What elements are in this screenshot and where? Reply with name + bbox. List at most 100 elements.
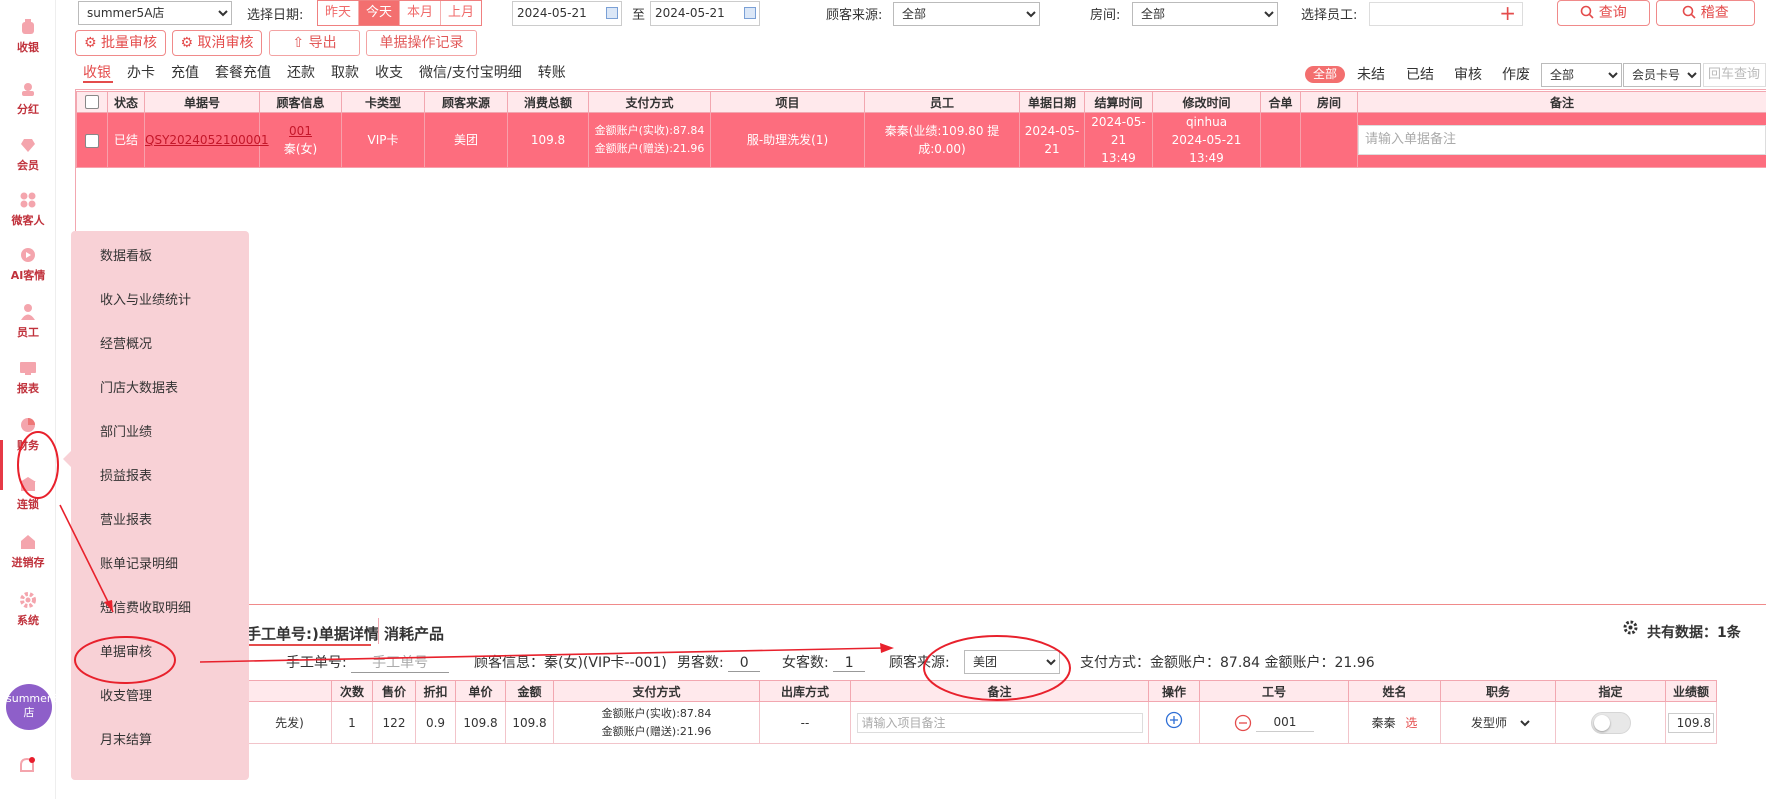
menu-item-month-end[interactable]: 月末结算 <box>100 729 152 748</box>
nav-label: 系统 <box>17 614 39 627</box>
menu-item-doc-audit[interactable]: 单据审核 <box>100 641 152 660</box>
tab-wechat-alipay[interactable]: 微信/支付宝明细 <box>419 62 522 82</box>
nav-ai[interactable]: AI客情 <box>0 238 56 296</box>
avatar[interactable]: summer5A店 <box>6 684 66 730</box>
customer-cell: 001 秦(女) <box>259 112 342 168</box>
employee-input[interactable]: + <box>1369 1 1523 26</box>
card-type-select[interactable]: 会员卡号 <box>1623 63 1701 87</box>
nav-staff[interactable]: 员工 <box>0 295 56 353</box>
menu-item-bigdata[interactable]: 门店大数据表 <box>100 377 178 396</box>
date-last-month[interactable]: 上月 <box>441 1 481 25</box>
status-filter-void[interactable]: 作废 <box>1502 64 1530 84</box>
nav-inventory[interactable]: 进销存 <box>0 525 56 583</box>
menu-item-income-stats[interactable]: 收入与业绩统计 <box>100 289 191 308</box>
settle-date: 2024-05-21 <box>1091 115 1146 147</box>
male-count-input[interactable]: 0 <box>728 655 761 672</box>
store-select[interactable]: summer5A店 <box>78 1 232 25</box>
tab-repay[interactable]: 还款 <box>287 62 315 82</box>
nav-label: 财务 <box>17 439 39 452</box>
calendar-icon[interactable] <box>744 7 756 19</box>
nav-chain[interactable]: 连锁 <box>0 467 56 525</box>
nav-member[interactable]: 会员 <box>0 128 56 186</box>
position-select[interactable]: 发型师 <box>1463 710 1533 735</box>
tab-package-recharge[interactable]: 套餐充值 <box>215 62 271 82</box>
menu-item-profit-loss[interactable]: 损益报表 <box>100 465 152 484</box>
doc-note-input[interactable]: 请输入单据备注 <box>1358 125 1766 155</box>
select-all-checkbox[interactable] <box>85 95 99 110</box>
source-select[interactable]: 全部 <box>893 2 1040 26</box>
date-from-input[interactable]: 2024-05-21 <box>512 1 622 26</box>
assign-toggle[interactable] <box>1590 711 1631 734</box>
member-search-input[interactable]: 回车查询 <box>1703 63 1766 87</box>
remove-circle-icon[interactable] <box>1234 714 1252 732</box>
item-note-input[interactable]: 请输入项目备注 <box>856 712 1143 733</box>
row-checkbox[interactable] <box>85 133 99 148</box>
menu-item-sms-fee[interactable]: 短信费收取明细 <box>100 597 191 616</box>
nav-finance[interactable]: 财务 <box>0 408 56 466</box>
col-header: 折扣 <box>415 680 456 702</box>
tab-transfer[interactable]: 转账 <box>538 62 566 82</box>
select-employee-link[interactable]: 选 <box>1405 716 1417 730</box>
date-yesterday[interactable]: 昨天 <box>318 1 360 25</box>
tab-recharge[interactable]: 充值 <box>171 62 199 82</box>
emp-no-input[interactable]: 001 <box>1255 713 1314 732</box>
bell-icon[interactable] <box>18 756 36 776</box>
nav-micro-guest[interactable]: 微客人 <box>0 183 56 241</box>
date-to-input[interactable]: 2024-05-21 <box>650 1 760 26</box>
query-button[interactable]: 查询 <box>1557 0 1650 26</box>
status-filter-audited[interactable]: 审核 <box>1454 64 1482 84</box>
batch-audit-button[interactable]: ⚙ 批量审核 <box>75 30 166 56</box>
add-employee-icon[interactable]: + <box>1499 1 1516 25</box>
menu-item-business[interactable]: 营业报表 <box>100 509 152 528</box>
tab-card[interactable]: 办卡 <box>127 62 155 82</box>
menu-item-department[interactable]: 部门业绩 <box>100 421 152 440</box>
customer-no-link[interactable]: 001 <box>289 124 312 138</box>
menu-item-income-expense[interactable]: 收支管理 <box>100 685 152 704</box>
calendar-icon[interactable] <box>606 7 618 19</box>
note-cell: 请输入项目备注 <box>850 701 1149 744</box>
detail-source-select[interactable]: 美团 <box>964 650 1060 674</box>
tab-withdraw[interactable]: 取款 <box>331 62 359 82</box>
col-header: 工号 <box>1199 680 1349 702</box>
gear-icon[interactable] <box>1622 619 1639 636</box>
nav-cashier[interactable]: 收银 <box>0 10 56 68</box>
manual-no-input[interactable]: 手工单号 <box>351 652 450 673</box>
menu-item-overview[interactable]: 经营概况 <box>100 333 152 352</box>
tab-income-expense[interactable]: 收支 <box>375 62 403 82</box>
status-filter-unsettled[interactable]: 未结 <box>1357 64 1385 84</box>
table-row[interactable]: 已结 QSY2024052100001 001 秦(女) VIP卡 美团 109… <box>76 112 1766 168</box>
status-select[interactable]: 全部 <box>1541 63 1622 87</box>
add-circle-icon[interactable] <box>1165 711 1183 729</box>
tab-consumed-products[interactable]: 消耗产品 <box>384 623 444 644</box>
detail-table: 次数 售价 折扣 单价 金额 支付方式 出库方式 备注 操作 工号 姓名 职务 … <box>247 680 1717 744</box>
perf-input[interactable]: 109.8 <box>1668 712 1714 733</box>
nav-system[interactable]: 系统 <box>0 583 56 641</box>
select-all-cell[interactable] <box>76 91 108 113</box>
audit-check-button[interactable]: 稽查 <box>1656 0 1755 26</box>
nav-report[interactable]: 报表 <box>0 351 56 409</box>
payment-cell: 金额账户(实收):87.84 金额账户(赠送):21.96 <box>553 701 760 744</box>
nav-dividend[interactable]: 分红 <box>0 72 56 130</box>
nav-label: 收银 <box>17 41 39 54</box>
row-select-cell[interactable] <box>76 112 108 168</box>
tab-cashier[interactable]: 收银 <box>83 62 111 82</box>
tab-underline <box>83 81 113 83</box>
female-count-input[interactable]: 1 <box>833 655 866 672</box>
female-label: 女客数: <box>782 655 829 671</box>
menu-item-bill-detail[interactable]: 账单记录明细 <box>100 553 178 572</box>
status-filter-settled[interactable]: 已结 <box>1406 64 1434 84</box>
room-select[interactable]: 全部 <box>1132 2 1278 26</box>
date-today[interactable]: 今天 <box>359 1 401 25</box>
tab-doc-detail[interactable]: 手工单号:)单据详情 <box>246 623 379 644</box>
status-filter-all[interactable]: 全部 <box>1305 66 1345 83</box>
operation-log-button[interactable]: 单据操作记录 <box>366 30 477 56</box>
doc-no-cell: QSY2024052100001 <box>144 112 269 168</box>
date-this-month[interactable]: 本月 <box>400 1 442 25</box>
col-header: 员工 <box>864 91 1020 113</box>
col-header: 备注 <box>1357 91 1766 113</box>
cancel-audit-button[interactable]: ⚙ 取消审核 <box>172 30 262 56</box>
doc-no-link[interactable]: QSY2024052100001 <box>145 133 269 147</box>
export-button[interactable]: ⇧ 导出 <box>269 30 360 56</box>
report-icon <box>20 362 36 375</box>
menu-item-dashboard[interactable]: 数据看板 <box>100 245 152 264</box>
